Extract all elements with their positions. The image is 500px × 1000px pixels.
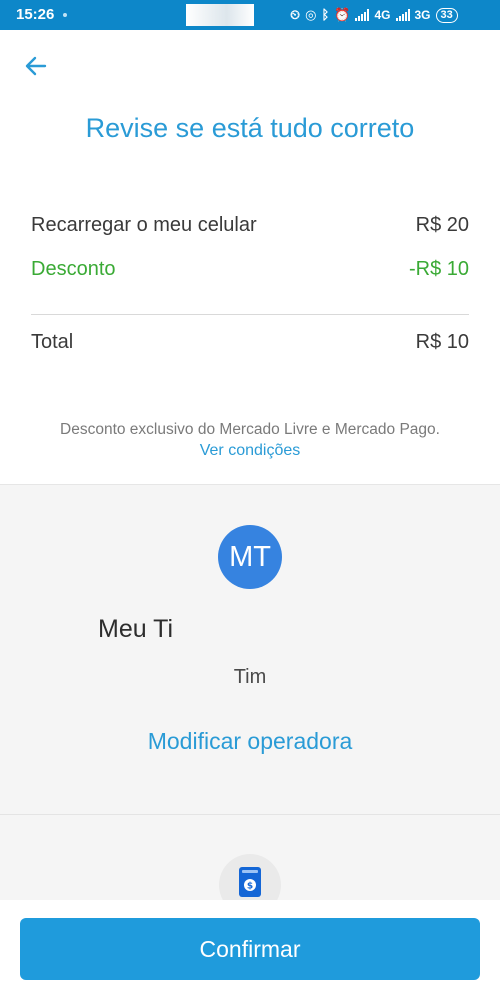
status-bar: 15:26 ⏲ ◎ ᛒ ⏰ 4G 3G 33	[0, 0, 500, 30]
avatar: MT	[218, 525, 282, 589]
clock-icon: ⏰	[334, 7, 351, 22]
status-icons: ⏲ ◎ ᛒ ⏰ 4G 3G 33	[290, 5, 458, 25]
summary-divider	[31, 314, 469, 315]
discount-label: Desconto	[31, 258, 116, 280]
summary-total-row: Total R$ 10	[31, 331, 469, 354]
operator-name: Tim	[233, 666, 267, 688]
bluetooth-icon: ᛒ	[321, 7, 330, 22]
total-label: Total	[31, 331, 74, 353]
network-type-1: 4G	[374, 8, 391, 22]
network-type-2: 3G	[414, 8, 431, 22]
obscured-notification-area	[186, 4, 254, 26]
battery-icon: 33	[435, 7, 458, 23]
back-button[interactable]	[20, 50, 52, 82]
money-card-icon: $	[239, 867, 261, 897]
modify-operator-link[interactable]: Modificar operadora	[0, 728, 500, 755]
hotspot-icon: ◎	[305, 7, 317, 22]
item-value: R$ 20	[415, 214, 469, 236]
conditions-link[interactable]: Ver condições	[0, 442, 500, 460]
alarm-icon: ⏲	[290, 7, 301, 22]
panel-divider	[0, 814, 500, 815]
confirm-button[interactable]: Confirmar	[20, 918, 480, 980]
page-title: Revise se está tudo correto	[85, 113, 415, 143]
total-value: R$ 10	[415, 331, 469, 353]
signal-icon-2	[395, 9, 410, 21]
summary-discount-row: Desconto -R$ 10	[31, 258, 469, 281]
contact-name: Meu Ti	[98, 615, 174, 643]
status-time: 15:26	[16, 6, 55, 23]
item-label: Recarregar o meu celular	[31, 214, 257, 236]
arrow-left-icon	[25, 56, 47, 76]
summary-item-row: Recarregar o meu celular R$ 20	[31, 214, 469, 237]
notification-dot	[63, 13, 67, 17]
discount-value: -R$ 10	[408, 258, 469, 280]
discount-note: Desconto exclusivo do Mercado Livre e Me…	[60, 421, 440, 438]
svg-text:$: $	[247, 882, 253, 892]
signal-icon	[355, 9, 370, 21]
review-screen: 15:26 ⏲ ◎ ᛒ ⏰ 4G 3G 33 Revise se está tu…	[0, 0, 500, 1000]
